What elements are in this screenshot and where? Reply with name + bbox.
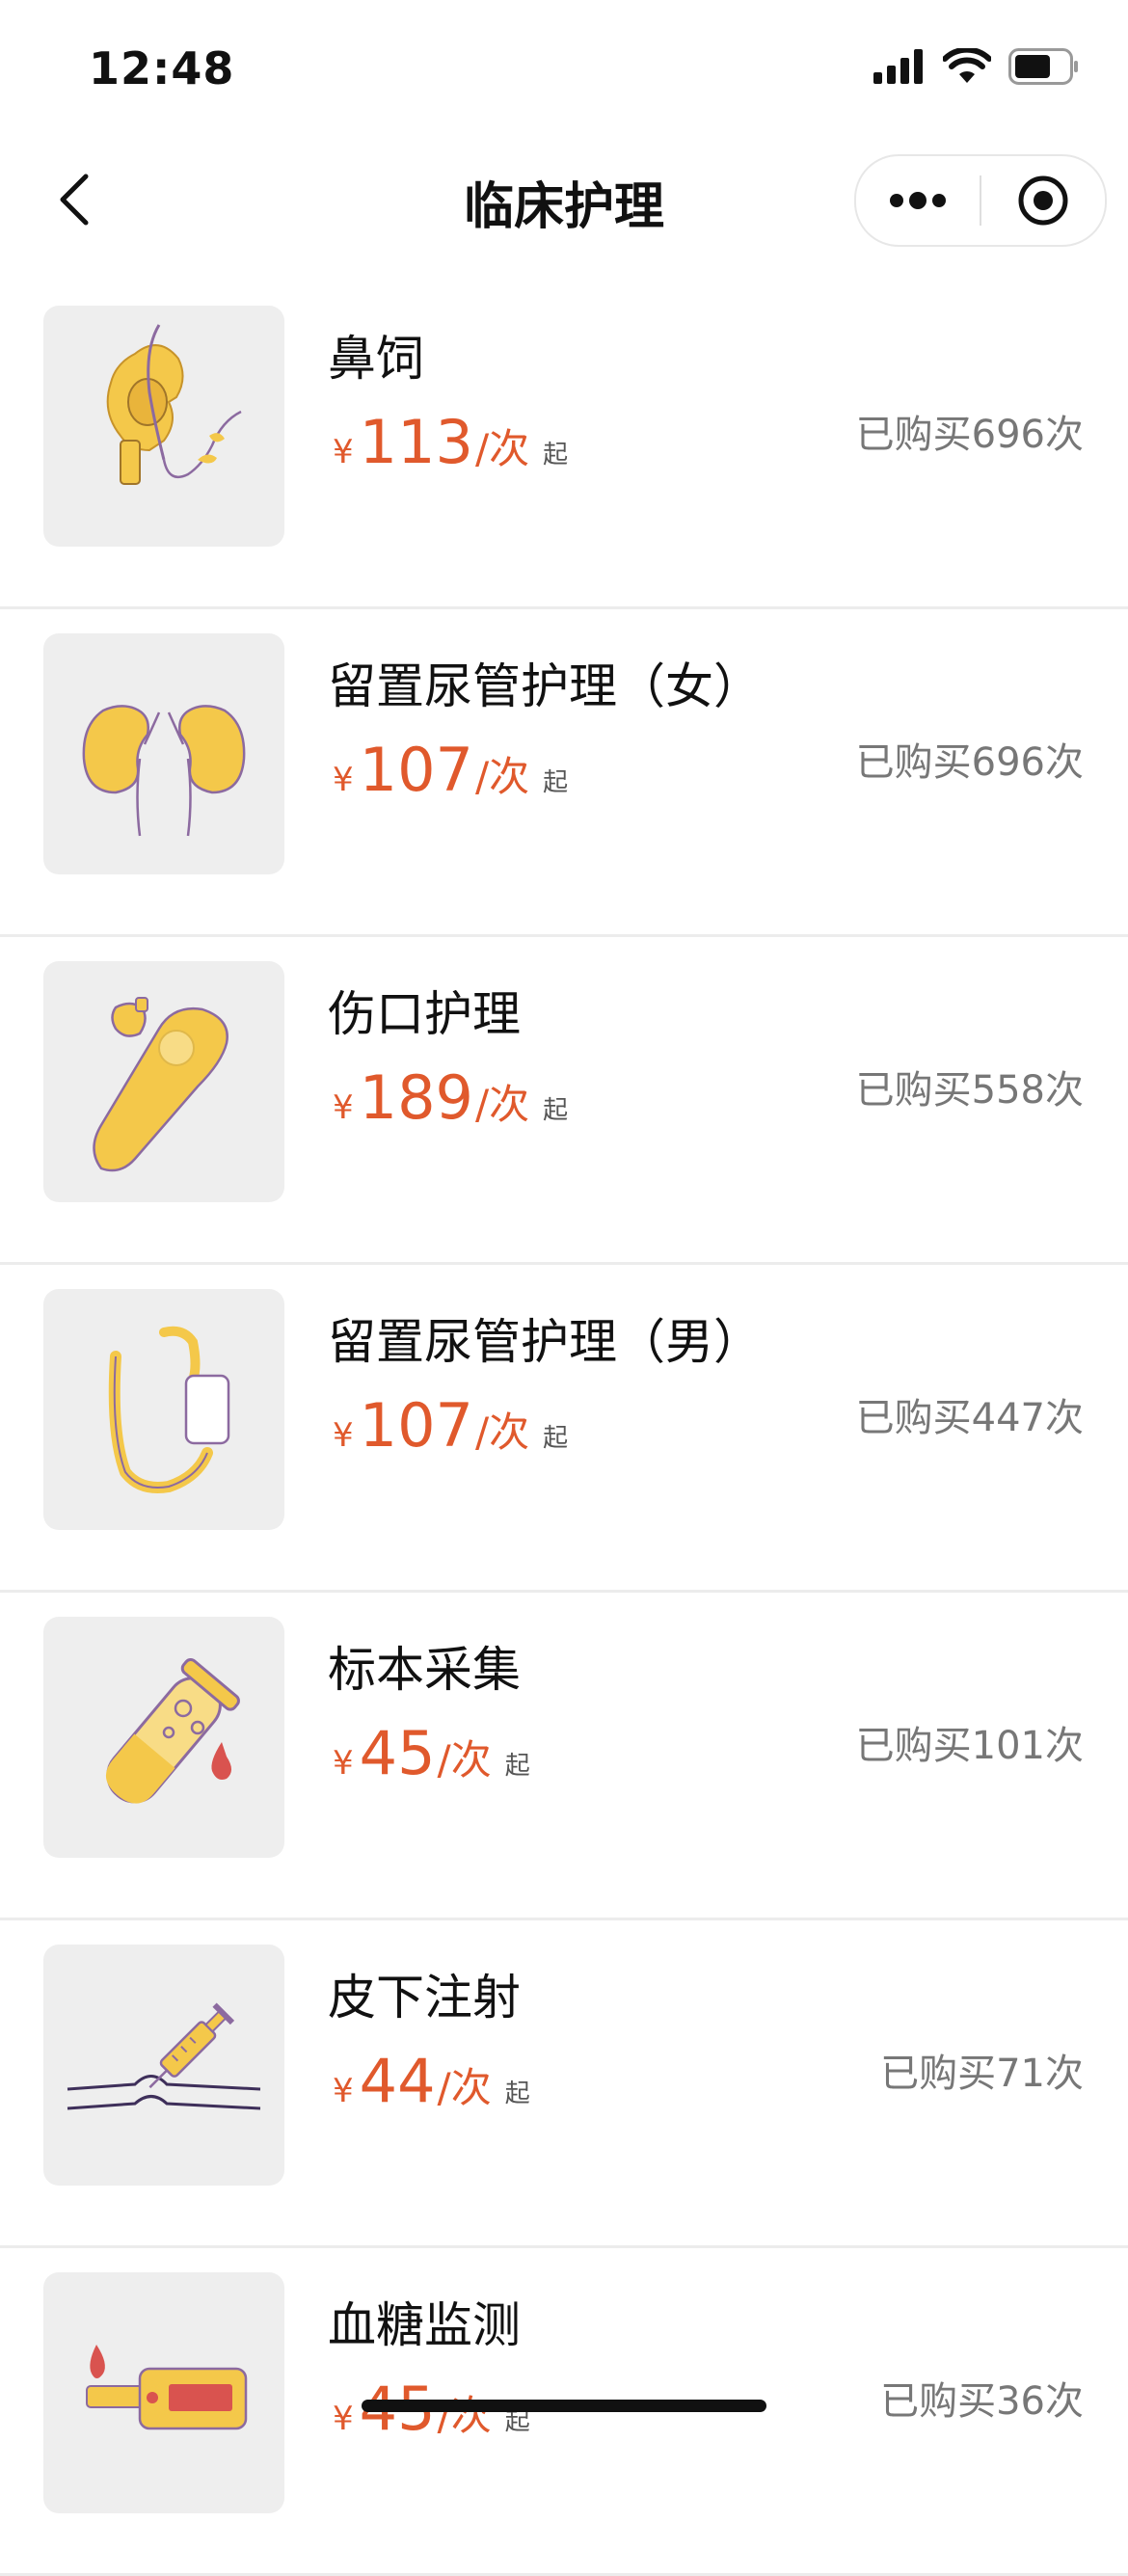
service-name: 鼻饲	[328, 331, 424, 387]
nav-bar: 临床护理	[0, 145, 1128, 260]
currency-symbol: ¥	[333, 433, 354, 471]
service-thumbnail	[43, 961, 284, 1202]
service-name: 标本采集	[328, 1642, 521, 1698]
close-miniprogram-button[interactable]	[981, 156, 1105, 245]
status-time: 12:48	[89, 42, 235, 94]
cellular-signal-icon	[873, 49, 923, 84]
status-bar: 12:48	[0, 0, 1128, 135]
kidney-icon	[82, 705, 246, 837]
price-value: 189	[359, 1062, 473, 1133]
catheter-bag-icon	[108, 1326, 230, 1493]
service-price: ¥ 113 /次 起	[333, 407, 568, 477]
sold-count: 已购买696次	[855, 740, 1084, 785]
currency-symbol: ¥	[333, 2400, 354, 2438]
sold-count: 已购买696次	[855, 413, 1084, 457]
sold-count: 已购买71次	[880, 2052, 1084, 2096]
miniprogram-capsule	[854, 154, 1107, 247]
service-item[interactable]: 留置尿管护理（男） ¥ 107 /次 起 已购买447次	[0, 1265, 1128, 1593]
currency-symbol: ¥	[333, 1088, 354, 1127]
service-name: 伤口护理	[328, 986, 521, 1042]
service-item[interactable]: 伤口护理 ¥ 189 /次 起 已购买558次	[0, 937, 1128, 1265]
sold-count: 已购买101次	[855, 1724, 1084, 1768]
service-list: 鼻饲 ¥ 113 /次 起 已购买696次 留置尿管护理（女） ¥ 107 /次…	[0, 282, 1128, 2576]
currency-symbol: ¥	[333, 2072, 354, 2110]
price-value: 107	[359, 735, 473, 805]
price-from-label: 起	[543, 768, 569, 797]
sold-count: 已购买558次	[855, 1068, 1084, 1113]
price-unit: /次	[474, 425, 530, 472]
price-unit: /次	[437, 2392, 492, 2439]
service-price: ¥ 189 /次 起	[333, 1062, 568, 1133]
service-item[interactable]: 留置尿管护理（女） ¥ 107 /次 起 已购买696次	[0, 609, 1128, 937]
target-circle-icon	[1018, 175, 1068, 226]
service-thumbnail	[43, 1289, 284, 1530]
service-price: ¥ 44 /次 起	[333, 2046, 530, 2116]
service-name: 皮下注射	[328, 1970, 521, 2026]
service-thumbnail	[43, 306, 284, 547]
price-value: 45	[359, 1718, 436, 1788]
nasal-feeding-icon	[106, 324, 242, 485]
home-indicator[interactable]	[362, 2400, 766, 2412]
price-unit: /次	[437, 1736, 492, 1784]
service-price: ¥ 107 /次 起	[333, 1390, 568, 1461]
currency-symbol: ¥	[333, 1416, 354, 1455]
currency-symbol: ¥	[333, 1744, 354, 1783]
sold-count: 已购买36次	[880, 2379, 1084, 2424]
more-dots-icon	[890, 192, 946, 209]
price-value: 113	[359, 407, 473, 477]
service-price: ¥ 107 /次 起	[333, 735, 568, 805]
service-thumbnail	[43, 633, 284, 874]
service-name: 血糖监测	[328, 2297, 521, 2353]
price-from-label: 起	[504, 1752, 530, 1781]
service-item[interactable]: 标本采集 ¥ 45 /次 起 已购买101次	[0, 1593, 1128, 1920]
service-thumbnail	[43, 1617, 284, 1858]
glucose-meter-icon	[86, 2345, 248, 2430]
price-from-label: 起	[543, 1096, 569, 1125]
wifi-icon	[943, 48, 991, 83]
service-item[interactable]: 鼻饲 ¥ 113 /次 起 已购买696次	[0, 282, 1128, 609]
service-price: ¥ 45 /次 起	[333, 1718, 530, 1788]
price-value: 44	[359, 2046, 436, 2116]
service-thumbnail	[43, 2272, 284, 2513]
price-unit: /次	[474, 1081, 530, 1128]
syringe-icon	[67, 2002, 261, 2110]
price-from-label: 起	[504, 2080, 530, 2108]
wound-care-icon	[93, 997, 228, 1172]
service-item[interactable]: 血糖监测 ¥ 45 /次 起 已购买36次	[0, 2248, 1128, 2576]
service-name: 留置尿管护理（女）	[328, 658, 762, 714]
status-icons	[873, 48, 1080, 85]
service-name: 留置尿管护理（男）	[328, 1314, 762, 1370]
currency-symbol: ¥	[333, 761, 354, 799]
price-value: 107	[359, 1390, 473, 1461]
sold-count: 已购买447次	[855, 1396, 1084, 1440]
battery-icon	[1008, 48, 1078, 85]
price-unit: /次	[474, 753, 530, 800]
price-from-label: 起	[543, 1424, 569, 1453]
test-tube-icon	[106, 1657, 240, 1804]
price-from-label: 起	[543, 441, 569, 470]
price-unit: /次	[437, 2064, 492, 2111]
price-unit: /次	[474, 1409, 530, 1456]
service-item[interactable]: 皮下注射 ¥ 44 /次 起 已购买71次	[0, 1920, 1128, 2248]
service-thumbnail	[43, 1945, 284, 2186]
more-button[interactable]	[856, 156, 980, 245]
